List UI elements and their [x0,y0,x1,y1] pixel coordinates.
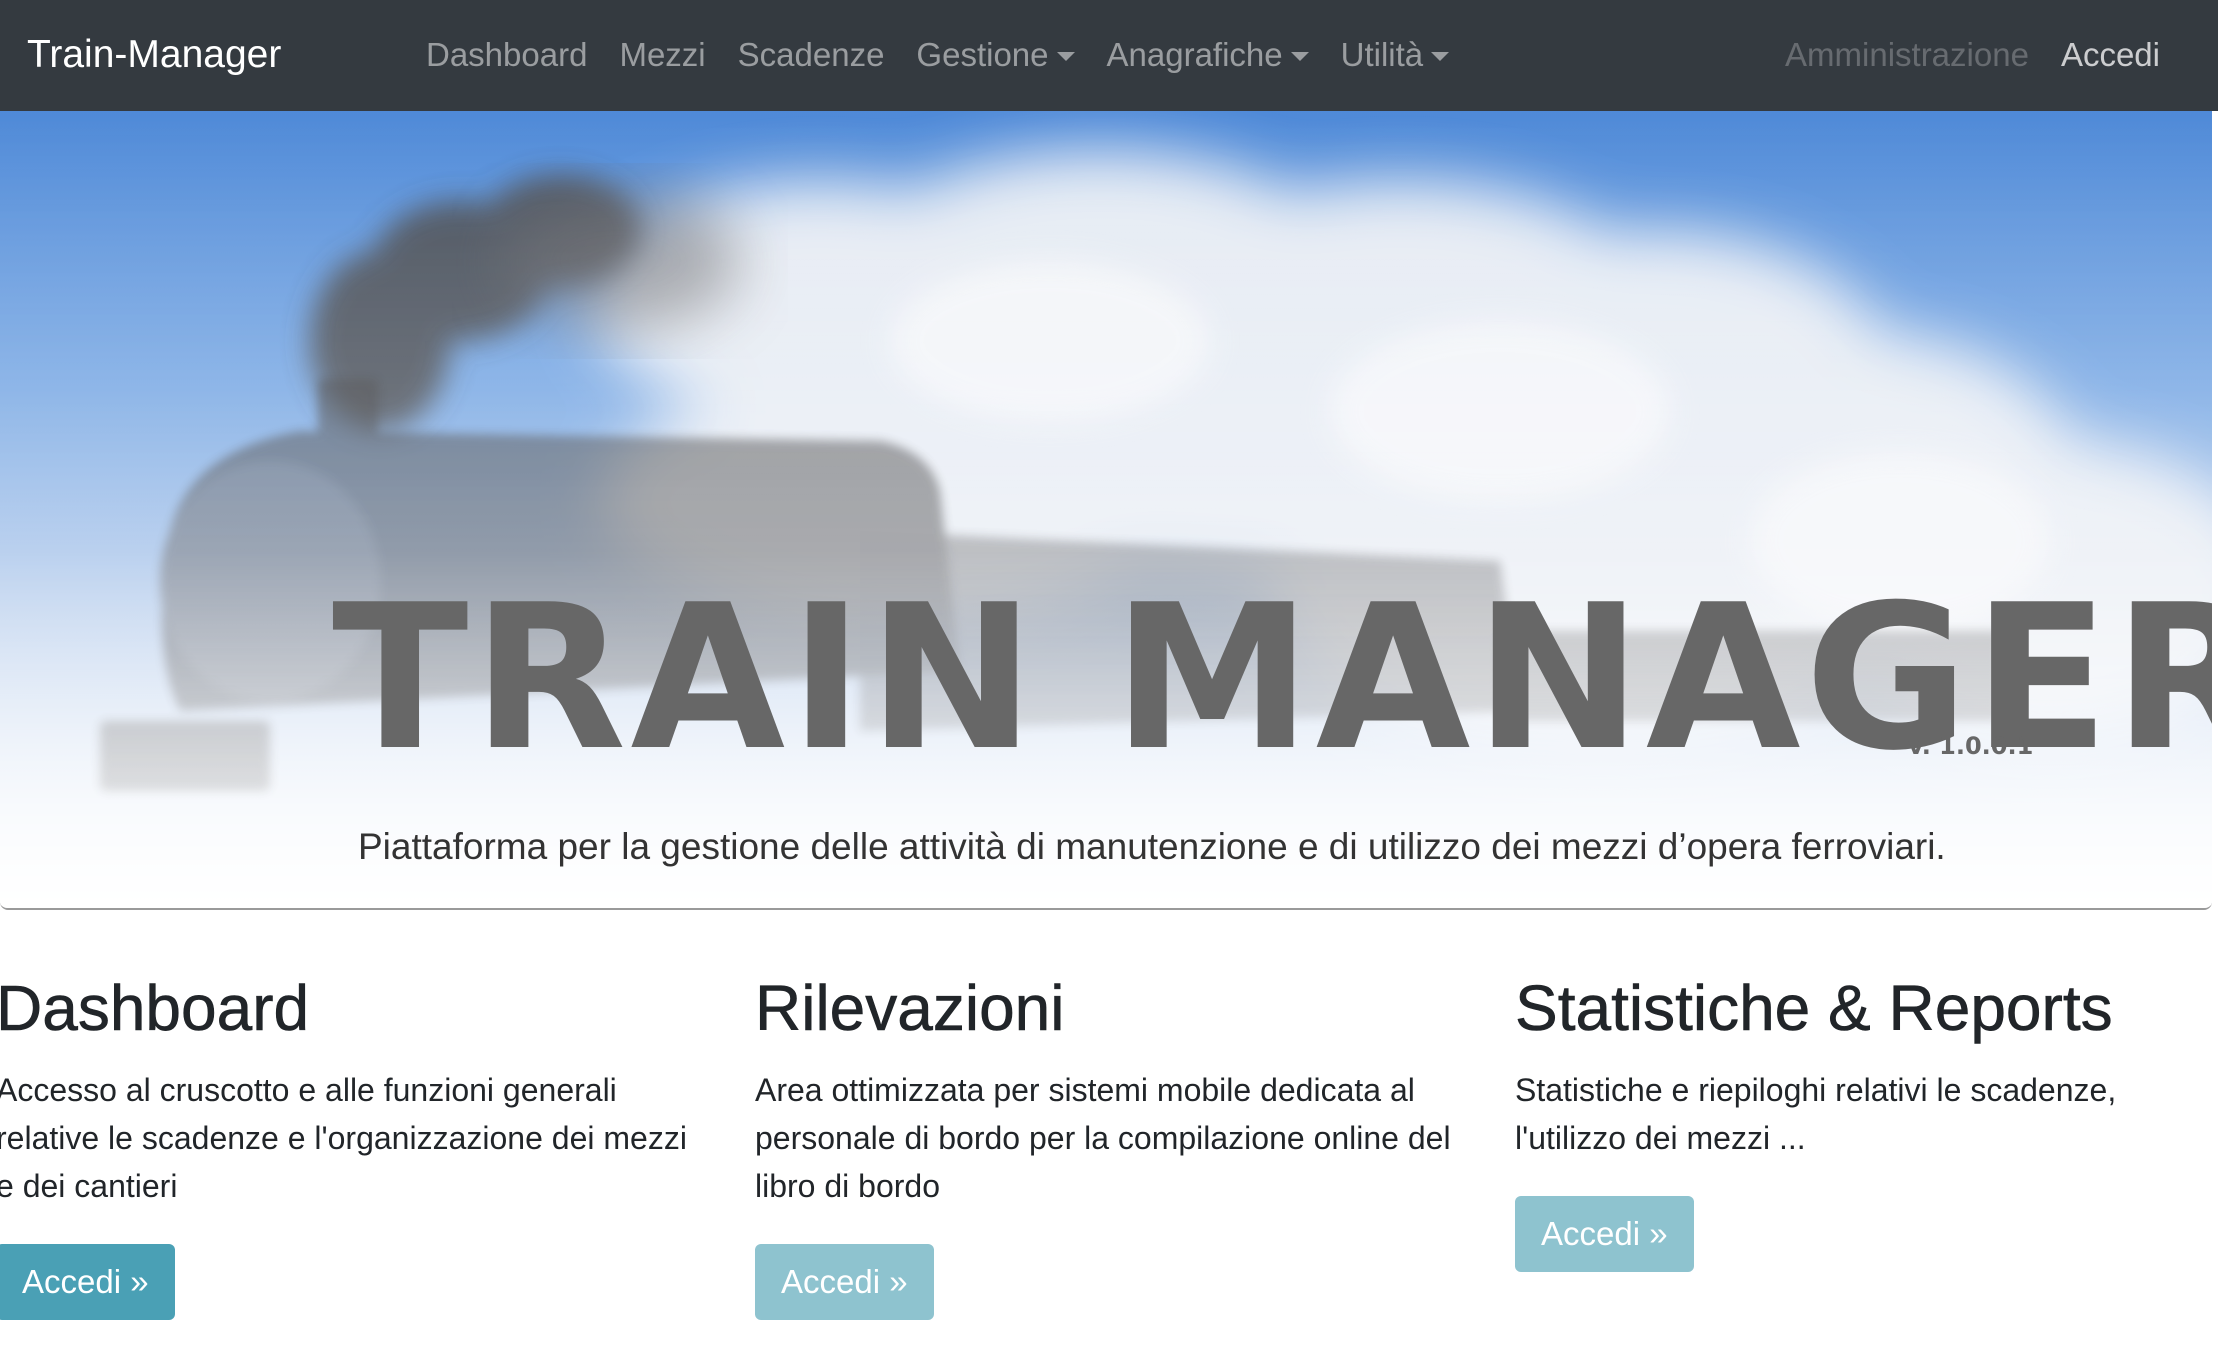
nav-mezzi-label: Mezzi [619,36,706,73]
rilevazioni-access-button[interactable]: Accedi » [755,1244,934,1320]
column-statistiche-text: Statistiche e riepiloghi relativi le sca… [1515,1072,2117,1156]
brand-link[interactable]: Train-Manager [27,30,281,80]
column-statistiche-heading: Statistiche & Reports [1515,972,2113,1045]
right-nav: Amministrazione Accedi [1753,30,2160,80]
statistiche-access-button[interactable]: Accedi » [1515,1196,1694,1272]
top-navbar: Train-Manager Dashboard Mezzi Scadenze G… [0,0,2218,111]
column-rilevazioni: Rilevazioni Area ottimizzata per sistemi… [755,970,1455,1320]
nav-login-link[interactable]: Accedi [2061,30,2160,80]
column-dashboard-heading: Dashboard [0,972,310,1045]
nav-dashboard-label: Dashboard [426,36,588,73]
nav-anagrafiche-label: Anagrafiche [1106,36,1283,73]
nav-scadenze[interactable]: Scadenze [738,30,885,80]
nav-utilita-dropdown[interactable]: Utilità [1341,30,1450,80]
nav-gestione-label: Gestione [916,36,1049,73]
column-statistiche: Statistiche & Reports Statistiche e riep… [1515,970,2215,1272]
caret-down-icon [1056,52,1075,61]
column-dashboard: Dashboard Accesso al cruscotto e alle fu… [0,970,696,1320]
column-dashboard-text: Accesso al cruscotto e alle funzioni gen… [0,1072,687,1204]
nav-gestione-dropdown[interactable]: Gestione [916,30,1075,80]
hero-lead-text: Piattaforma per la gestione delle attivi… [358,826,1946,867]
nav-utilita-label: Utilità [1340,36,1424,73]
nav-dashboard[interactable]: Dashboard [426,30,587,80]
nav-scadenze-label: Scadenze [737,36,885,73]
nav-mezzi[interactable]: Mezzi [619,30,705,80]
version-label: v. 1.0.0.1 [1908,732,2034,760]
hero-jumbotron: TRAIN MANAGER v. 1.0.0.1 Piattaforma per… [0,111,2212,910]
caret-down-icon [1431,52,1450,61]
dashboard-access-button[interactable]: Accedi » [0,1244,175,1320]
nav-amministrazione: Amministrazione [1785,36,2029,73]
caret-down-icon [1290,52,1309,61]
main-nav: Dashboard Mezzi Scadenze Gestione Anagra… [426,30,1481,80]
column-rilevazioni-text: Area ottimizzata per sistemi mobile dedi… [755,1072,1451,1204]
nav-anagrafiche-dropdown[interactable]: Anagrafiche [1107,30,1309,80]
column-rilevazioni-heading: Rilevazioni [755,972,1065,1045]
